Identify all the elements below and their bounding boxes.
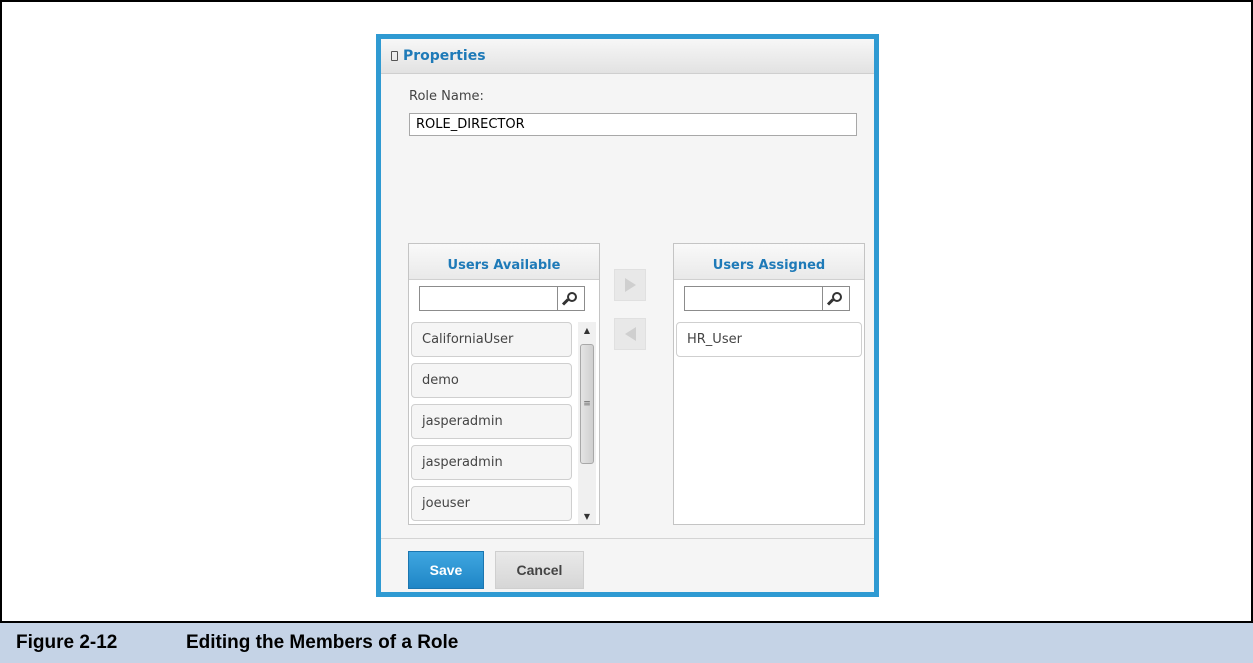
arrow-left-icon [624, 327, 636, 341]
search-icon [561, 291, 579, 307]
scroll-thumb[interactable]: ≡ [580, 344, 594, 464]
users-available-search [419, 286, 585, 311]
cancel-button[interactable]: Cancel [495, 551, 584, 589]
arrow-right-icon [624, 278, 636, 292]
users-assigned-search [684, 286, 850, 311]
list-item[interactable]: jasperadmin [411, 445, 572, 480]
users-available-scrollbar[interactable]: ▲ ≡ ▼ [578, 322, 596, 524]
role-name-input[interactable] [409, 113, 857, 136]
panel-title: Properties [403, 48, 486, 64]
figure-caption: Figure 2-12 Editing the Members of a Rol… [0, 621, 1253, 663]
list-item[interactable]: jasperadmin [411, 404, 572, 439]
save-button[interactable]: Save [408, 551, 484, 589]
list-item[interactable]: joeuser [411, 486, 572, 521]
users-assigned-search-input[interactable] [684, 286, 822, 311]
users-available-title: Users Available [409, 244, 599, 280]
collapse-icon[interactable] [391, 51, 398, 61]
panel-footer: Save Cancel [381, 538, 874, 592]
scroll-up-icon[interactable]: ▲ [578, 322, 596, 338]
users-assigned-items: HR_User [676, 322, 862, 363]
users-assigned-title: Users Assigned [674, 244, 864, 280]
users-available-search-button[interactable] [557, 286, 585, 311]
scroll-down-icon[interactable]: ▼ [578, 508, 596, 524]
users-available-list: Users Available CaliforniaUser demo jasp… [408, 243, 600, 525]
figure-number: Figure 2-12 [16, 632, 118, 653]
figure-caption-text: Editing the Members of a Role [186, 632, 459, 653]
users-assigned-search-button[interactable] [822, 286, 850, 311]
users-available-search-input[interactable] [419, 286, 557, 311]
users-available-items: CaliforniaUser demo jasperadmin jasperad… [411, 322, 572, 527]
add-user-button[interactable] [614, 269, 646, 301]
users-assigned-list: Users Assigned HR_User [673, 243, 865, 525]
properties-panel: Properties Role Name: Users Available Ca… [376, 34, 879, 597]
search-icon [826, 291, 844, 307]
list-item[interactable]: CaliforniaUser [411, 322, 572, 357]
role-name-label: Role Name: [409, 89, 484, 104]
list-item[interactable]: demo [411, 363, 572, 398]
list-item[interactable]: HR_User [676, 322, 862, 357]
panel-header: Properties [381, 39, 874, 74]
remove-user-button[interactable] [614, 318, 646, 350]
